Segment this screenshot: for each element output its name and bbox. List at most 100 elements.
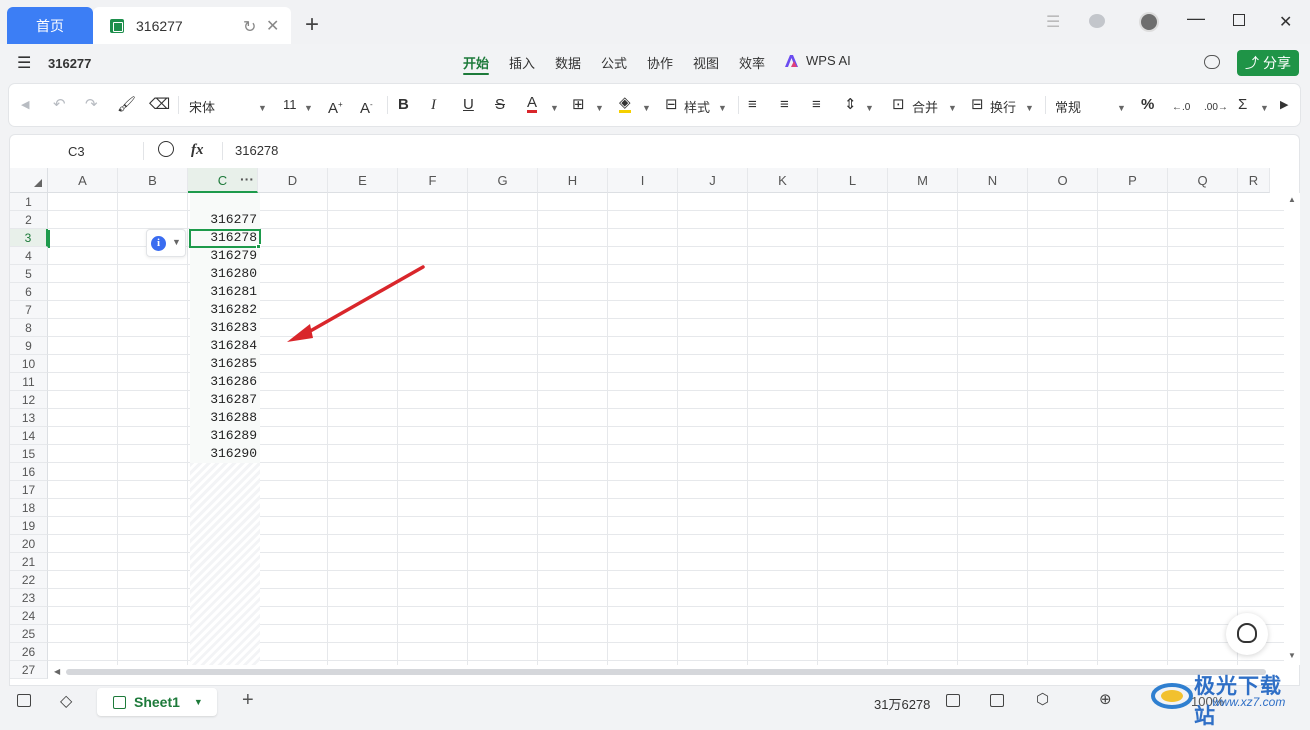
- column-header-i[interactable]: I: [608, 168, 678, 193]
- chevron-down-icon[interactable]: ▼: [948, 98, 957, 118]
- cell-c7[interactable]: 316282: [190, 301, 260, 319]
- wrap-text-button[interactable]: 换行: [990, 97, 1016, 116]
- fill-handle[interactable]: [256, 244, 261, 249]
- column-header-o[interactable]: O: [1028, 168, 1098, 193]
- column-header-p[interactable]: P: [1098, 168, 1168, 193]
- chevron-down-icon[interactable]: ▼: [550, 98, 559, 118]
- merge-icon[interactable]: ⊡: [892, 95, 905, 115]
- smart-tag-button[interactable]: i ▼: [146, 229, 186, 257]
- assistant-bubble[interactable]: [1226, 613, 1268, 655]
- row-header-24[interactable]: 24: [10, 607, 48, 625]
- statistics-icon[interactable]: [946, 694, 960, 707]
- hamburger-menu-icon[interactable]: ☰: [17, 53, 31, 73]
- sheet-tab-sheet1[interactable]: Sheet1 ▼: [97, 688, 217, 716]
- scroll-left-icon[interactable]: ◀: [54, 667, 60, 676]
- column-header-l[interactable]: L: [818, 168, 888, 193]
- borders-icon[interactable]: ⊞: [572, 95, 585, 115]
- column-more-icon[interactable]: ···: [240, 171, 254, 187]
- row-header-21[interactable]: 21: [10, 553, 48, 571]
- cell-c6[interactable]: 316281: [190, 283, 260, 301]
- cell-c12[interactable]: 316287: [190, 391, 260, 409]
- increase-decimal-icon[interactable]: ←.0: [1172, 98, 1190, 118]
- cell-c8[interactable]: 316283: [190, 319, 260, 337]
- column-header-k[interactable]: K: [748, 168, 818, 193]
- ribbon-tab-insert[interactable]: 插入: [509, 53, 535, 72]
- function-icon[interactable]: fx: [191, 142, 204, 159]
- row-header-10[interactable]: 10: [10, 355, 48, 373]
- cell-style-icon[interactable]: ⊟: [665, 95, 678, 115]
- ribbon-tab-formula[interactable]: 公式: [601, 53, 627, 72]
- window-close-icon[interactable]: ✕: [1279, 12, 1292, 32]
- autosum-icon[interactable]: Σ: [1238, 95, 1247, 115]
- cell-c13[interactable]: 316288: [190, 409, 260, 427]
- eraser-icon[interactable]: ⌫: [149, 95, 170, 115]
- row-header-4[interactable]: 4: [10, 247, 48, 265]
- chevron-down-icon[interactable]: ▼: [1117, 98, 1126, 118]
- fill-color-icon[interactable]: ◈: [619, 95, 631, 113]
- wrap-text-icon[interactable]: ⊟: [971, 95, 984, 115]
- ribbon-tab-start[interactable]: 开始: [463, 53, 489, 72]
- layers-icon[interactable]: ◇: [60, 691, 72, 711]
- add-sheet-icon[interactable]: +: [242, 689, 254, 712]
- underline-icon[interactable]: U: [463, 95, 474, 115]
- sidebar-toggle-icon[interactable]: [17, 694, 31, 707]
- row-header-19[interactable]: 19: [10, 517, 48, 535]
- chat-icon[interactable]: [1089, 14, 1105, 28]
- vertical-align-icon[interactable]: ⇕: [844, 95, 857, 115]
- protect-icon[interactable]: ⬡: [1036, 690, 1049, 708]
- row-header-3[interactable]: 3: [10, 229, 48, 247]
- sum-value[interactable]: 31万6278: [874, 694, 930, 713]
- cell-c2[interactable]: 316277: [190, 211, 260, 229]
- cell-c11[interactable]: 316286: [190, 373, 260, 391]
- column-header-a[interactable]: A: [48, 168, 118, 193]
- scroll-up-icon[interactable]: ▲: [1288, 195, 1296, 204]
- ribbon-tab-wps-ai[interactable]: WPS AI: [806, 53, 851, 68]
- column-header-f[interactable]: F: [398, 168, 468, 193]
- ribbon-tab-view[interactable]: 视图: [693, 53, 719, 72]
- column-header-j[interactable]: J: [678, 168, 748, 193]
- scroll-right-icon[interactable]: ▶: [1280, 95, 1288, 115]
- row-header-6[interactable]: 6: [10, 283, 48, 301]
- column-header-g[interactable]: G: [468, 168, 538, 193]
- minimize-icon[interactable]: —: [1187, 8, 1205, 29]
- view-mode-icon[interactable]: ⊕: [1099, 690, 1112, 708]
- align-center-icon[interactable]: ≡: [780, 95, 789, 115]
- row-header-17[interactable]: 17: [10, 481, 48, 499]
- name-box[interactable]: C3: [68, 144, 85, 159]
- column-header-b[interactable]: B: [118, 168, 188, 193]
- reload-icon[interactable]: ↻: [243, 17, 256, 37]
- cell-style-button[interactable]: 样式: [684, 97, 710, 116]
- column-header-d[interactable]: D: [258, 168, 328, 193]
- close-tab-icon[interactable]: ✕: [266, 16, 279, 36]
- number-format-select[interactable]: 常规: [1055, 97, 1081, 116]
- chevron-down-icon[interactable]: ▼: [304, 98, 313, 118]
- cloud-sync-icon[interactable]: [1204, 55, 1220, 69]
- ribbon-tab-collab[interactable]: 协作: [647, 53, 673, 72]
- italic-icon[interactable]: I: [431, 95, 436, 115]
- column-header-e[interactable]: E: [328, 168, 398, 193]
- font-size-select[interactable]: 11: [283, 97, 297, 112]
- column-header-n[interactable]: N: [958, 168, 1028, 193]
- share-button[interactable]: ⤴ 分享: [1237, 50, 1299, 76]
- avatar[interactable]: [1139, 12, 1159, 32]
- cell-c5[interactable]: 316280: [190, 265, 260, 283]
- row-header-14[interactable]: 14: [10, 427, 48, 445]
- cell-c14[interactable]: 316289: [190, 427, 260, 445]
- check-icon[interactable]: [990, 694, 1004, 707]
- row-header-1[interactable]: 1: [10, 193, 48, 211]
- bold-icon[interactable]: B: [398, 95, 409, 115]
- chevron-down-icon[interactable]: ▼: [1025, 98, 1034, 118]
- row-header-18[interactable]: 18: [10, 499, 48, 517]
- cell-c9[interactable]: 316284: [190, 337, 260, 355]
- chevron-down-icon[interactable]: ▼: [258, 98, 267, 118]
- row-header-12[interactable]: 12: [10, 391, 48, 409]
- new-tab-icon[interactable]: +: [305, 11, 319, 39]
- menu-lines-icon[interactable]: ☰: [1046, 12, 1060, 32]
- zoom-search-icon[interactable]: [158, 141, 174, 157]
- align-left-icon[interactable]: ≡: [748, 95, 757, 115]
- tab-document[interactable]: 316277: [93, 7, 291, 44]
- row-header-13[interactable]: 13: [10, 409, 48, 427]
- format-painter-icon[interactable]: 🖌: [117, 95, 136, 115]
- percent-icon[interactable]: %: [1141, 95, 1154, 115]
- row-header-8[interactable]: 8: [10, 319, 48, 337]
